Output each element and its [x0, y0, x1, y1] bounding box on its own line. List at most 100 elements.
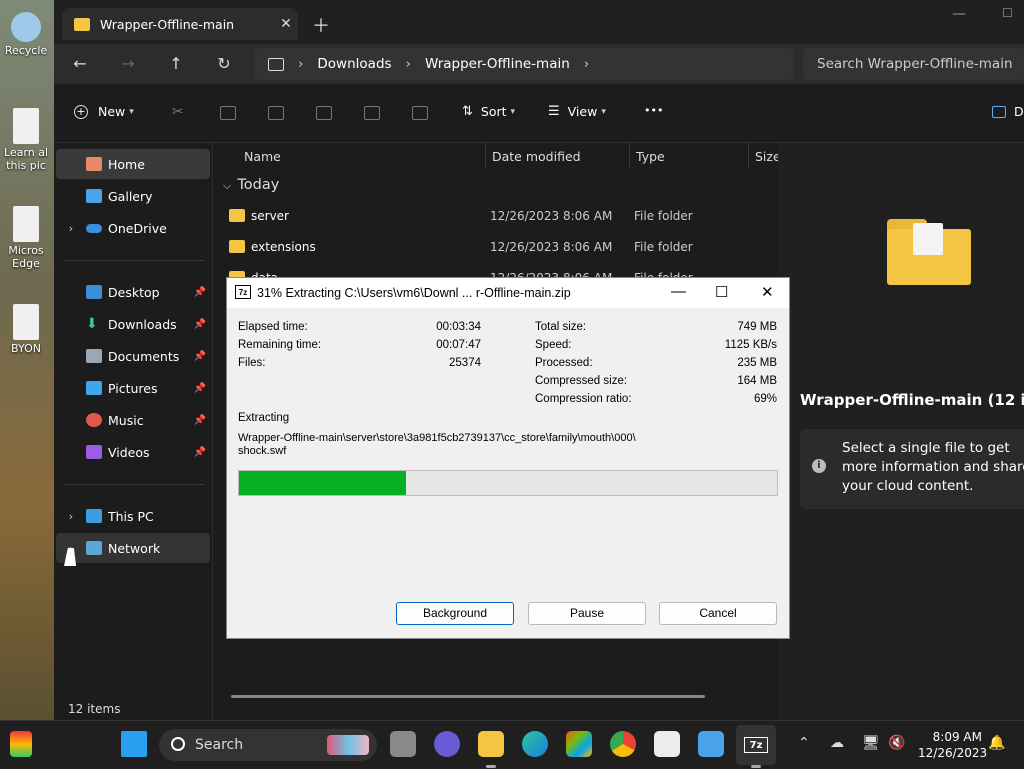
column-divider[interactable]: [485, 143, 486, 169]
details-button[interactable]: D: [992, 104, 1024, 119]
search-input[interactable]: Search Wrapper-Offline-main: [803, 48, 1024, 80]
tab-bar: Wrapper-Offline-main ✕ ＋ — ☐: [54, 0, 1024, 48]
copy-icon[interactable]: [220, 106, 236, 120]
elapsed-time-value: 00:03:34: [436, 321, 481, 333]
column-divider[interactable]: [748, 143, 749, 169]
paste-icon[interactable]: [268, 106, 284, 120]
compression-ratio-value: 69%: [753, 393, 777, 405]
desktop-icon-learn-about-picture[interactable]: Learn al this pic: [0, 108, 52, 172]
pin-icon: 📌: [193, 350, 206, 362]
store-icon[interactable]: [566, 731, 592, 757]
speed-value: 1125 KB/s: [724, 339, 777, 351]
file-date: 12/26/2023 8:06 AM: [490, 240, 613, 254]
forward-arrow-icon[interactable]: →: [116, 54, 140, 73]
minimize-icon[interactable]: —: [671, 283, 686, 300]
chrome-icon[interactable]: [610, 731, 636, 757]
nav-item-this-pc[interactable]: › This PC: [56, 501, 210, 531]
group-header-today[interactable]: ⌵ Today: [223, 177, 279, 193]
list-item[interactable]: server 12/26/2023 8:06 AM File folder: [229, 201, 769, 231]
photos-icon[interactable]: [698, 731, 724, 757]
details-pane-icon: [992, 105, 1006, 118]
nav-divider: [64, 484, 204, 485]
view-button[interactable]: ☰ View ▾: [548, 104, 606, 119]
folder-icon: [229, 209, 245, 222]
total-size-label: Total size:: [535, 321, 587, 333]
column-header-name[interactable]: Name: [244, 149, 281, 164]
horizontal-scrollbar[interactable]: [231, 695, 705, 698]
nav-item-downloads[interactable]: ⬇ Downloads 📌: [56, 309, 210, 339]
desktop-icon-edge[interactable]: Micros Edge: [0, 206, 52, 270]
computer-icon: [268, 57, 284, 71]
maximize-icon[interactable]: ☐: [715, 283, 728, 301]
7zip-taskbar-button[interactable]: 7z: [736, 725, 776, 765]
download-icon: ⬇: [86, 316, 98, 332]
chevron-right-icon[interactable]: ›: [584, 56, 589, 72]
back-arrow-icon[interactable]: ←: [68, 54, 92, 73]
nav-item-music[interactable]: Music 📌: [56, 405, 210, 435]
pause-button[interactable]: Pause: [528, 602, 646, 625]
dialog-title-bar[interactable]: 7z 31% Extracting C:\Users\vm6\Downl ...…: [227, 278, 789, 308]
compressed-size-value: 164 MB: [737, 375, 777, 387]
chevron-right-icon[interactable]: ›: [56, 510, 86, 523]
file-explorer-icon[interactable]: [478, 731, 504, 757]
explorer-tab[interactable]: Wrapper-Offline-main ✕: [62, 8, 298, 40]
file-date: 12/26/2023 8:06 AM: [490, 209, 613, 223]
maximize-icon[interactable]: ☐: [1002, 6, 1013, 20]
rename-icon[interactable]: [316, 106, 332, 120]
share-icon[interactable]: [364, 106, 380, 120]
nav-item-gallery[interactable]: Gallery: [56, 181, 210, 211]
more-options-icon[interactable]: •••: [644, 104, 663, 117]
up-arrow-icon[interactable]: ↑: [164, 54, 188, 73]
view-icon: ☰: [548, 104, 560, 119]
cloud-icon: [86, 223, 102, 233]
nav-item-videos[interactable]: Videos 📌: [56, 437, 210, 467]
network-icon: [86, 541, 102, 555]
system-clock[interactable]: 8:09 AM 12/26/2023: [918, 729, 987, 761]
close-icon[interactable]: ✕: [761, 283, 774, 301]
music-icon: [86, 413, 102, 427]
background-button[interactable]: Background: [396, 602, 514, 625]
volume-muted-icon[interactable]: 🔇: [888, 735, 905, 751]
nav-item-pictures[interactable]: Pictures 📌: [56, 373, 210, 403]
chevron-right-icon[interactable]: ›: [56, 222, 86, 235]
minimize-icon[interactable]: —: [952, 6, 966, 22]
nav-item-home[interactable]: Home: [56, 149, 210, 179]
speed-label: Speed:: [535, 339, 572, 351]
new-tab-icon[interactable]: ＋: [312, 12, 330, 38]
new-button[interactable]: + New ▾: [74, 104, 134, 119]
nav-label: Music: [108, 412, 144, 428]
sort-button[interactable]: ⇅ Sort ▾: [462, 104, 515, 119]
column-divider[interactable]: [629, 143, 630, 169]
nav-label: OneDrive: [108, 220, 167, 236]
nav-item-desktop[interactable]: Desktop 📌: [56, 277, 210, 307]
cancel-button[interactable]: Cancel: [659, 602, 777, 625]
desktop-icon-byon[interactable]: BYON: [0, 304, 52, 355]
nav-item-documents[interactable]: Documents 📌: [56, 341, 210, 371]
taskbar-search-box[interactable]: Search: [159, 729, 377, 761]
snipping-tool-icon[interactable]: [654, 731, 680, 757]
traffic-light-app-icon[interactable]: [10, 731, 32, 757]
start-icon[interactable]: [121, 731, 147, 757]
meet-chat-icon[interactable]: [434, 731, 460, 757]
list-item[interactable]: extensions 12/26/2023 8:06 AM File folde…: [229, 232, 769, 262]
close-tab-icon[interactable]: ✕: [274, 16, 298, 32]
column-header-size[interactable]: Size: [755, 149, 781, 164]
column-header-type[interactable]: Type: [636, 149, 665, 164]
network-status-icon[interactable]: 🖥: [862, 735, 880, 751]
breadcrumb-wrapper-offline-main[interactable]: Wrapper-Offline-main: [425, 56, 570, 72]
notification-bell-icon[interactable]: 🔔: [988, 735, 1005, 751]
cloud-offline-icon[interactable]: ☁: [830, 735, 844, 751]
cut-icon[interactable]: ✂: [172, 104, 188, 120]
refresh-icon[interactable]: ↻: [212, 54, 236, 73]
task-view-icon[interactable]: [390, 731, 416, 757]
delete-icon[interactable]: [412, 106, 428, 120]
desktop-icon-recycle-bin[interactable]: Recycle: [0, 12, 52, 57]
nav-label: Network: [108, 540, 161, 556]
show-hidden-icons-icon[interactable]: ⌃: [798, 735, 810, 751]
nav-item-onedrive[interactable]: › OneDrive: [56, 213, 210, 243]
breadcrumb-downloads[interactable]: Downloads: [317, 56, 391, 72]
edge-icon[interactable]: [522, 731, 548, 757]
tab-title: Wrapper-Offline-main: [100, 16, 235, 32]
column-header-date[interactable]: Date modified: [492, 149, 581, 164]
address-bar[interactable]: › Downloads › Wrapper-Offline-main ›: [254, 48, 794, 80]
